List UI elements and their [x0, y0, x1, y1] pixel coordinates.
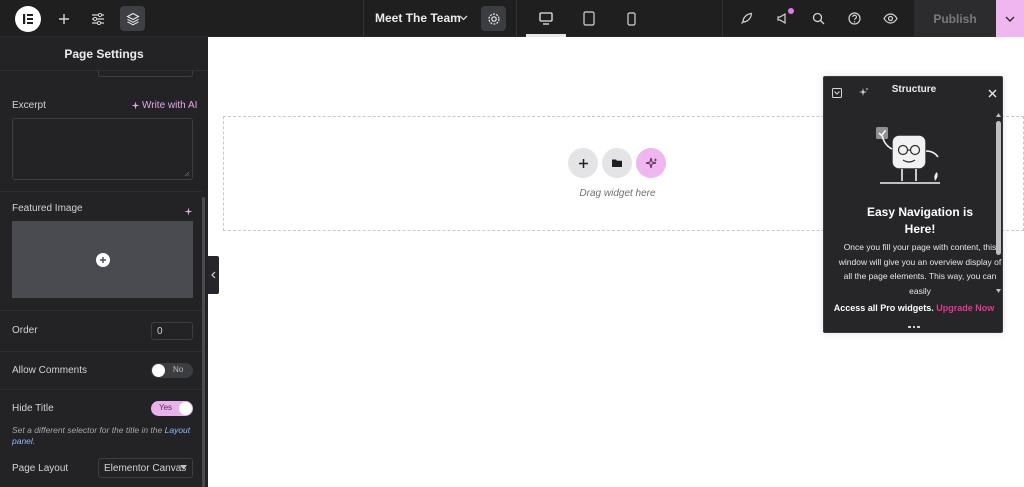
page-layout-value: Elementor Canvas [104, 463, 187, 474]
page-settings-panel: Page Settings Excerpt Write with AI Feat… [0, 37, 208, 487]
structure-heading: Easy Navigation is Here! [838, 204, 1002, 238]
structure-panel: Structure Easy Navigation is Here! Once y… [823, 76, 1003, 333]
help-icon[interactable] [845, 0, 863, 37]
structure-header: Structure [824, 77, 1002, 103]
page-layout-label: Page Layout [12, 463, 69, 474]
toggle-state-text: No [173, 365, 184, 374]
scroll-up-icon [996, 113, 1001, 117]
rocket-icon[interactable] [737, 0, 755, 37]
search-icon[interactable] [809, 0, 827, 37]
tablet-icon[interactable] [580, 0, 598, 37]
chevron-down-icon[interactable] [458, 10, 469, 28]
divider [0, 191, 202, 192]
structure-layers-icon[interactable] [120, 6, 145, 31]
toggle-state-text: Yes [159, 403, 173, 412]
ai-sparkle-icon [645, 157, 657, 168]
navigation-illustration [872, 121, 948, 194]
heading-line-1: Easy Navigation is [866, 205, 974, 219]
add-section-button[interactable] [568, 148, 598, 178]
excerpt-label: Excerpt [12, 100, 46, 111]
hint-end: . [32, 436, 36, 446]
toggle-knob [179, 402, 192, 415]
publish-button[interactable]: Publish [914, 0, 996, 37]
add-image-icon[interactable] [95, 252, 110, 267]
pro-promo: Access all Pro widgets. Upgrade Now [824, 303, 1002, 313]
upgrade-now-link[interactable]: Upgrade Now [936, 303, 994, 313]
featured-image-label: Featured Image [12, 203, 83, 214]
divider [0, 389, 202, 390]
resize-grip-icon[interactable] [908, 326, 921, 329]
structure-title: Structure [891, 84, 937, 95]
layout-link[interactable]: Layout [165, 425, 191, 435]
allow-comments-label: Allow Comments [12, 365, 88, 376]
document-title[interactable]: Meet The Team [375, 11, 461, 25]
notification-dot [788, 8, 794, 14]
elementor-logo-icon[interactable] [15, 6, 41, 32]
page-settings-gear-icon[interactable] [481, 6, 506, 31]
mobile-icon[interactable] [622, 0, 640, 37]
hide-title-toggle[interactable]: Yes [151, 401, 193, 416]
plus-icon [578, 158, 588, 168]
publish-options-chevron-icon[interactable] [996, 0, 1024, 37]
folder-icon [612, 159, 622, 167]
write-with-ai-label: Write with AI [142, 100, 198, 111]
structure-scrollbar[interactable] [995, 113, 1002, 295]
active-device-indicator [526, 34, 566, 37]
chevron-left-icon [211, 271, 216, 279]
order-input[interactable]: 0 [151, 322, 193, 340]
partial-input-field[interactable] [98, 71, 193, 77]
announcements-icon[interactable] [773, 0, 793, 37]
ai-generate-button[interactable] [636, 148, 666, 178]
drag-widget-hint: Drag widget here [579, 188, 656, 199]
scroll-down-icon [996, 289, 1001, 293]
structure-description: Once you fill your page with content, th… [838, 242, 1002, 296]
panel-scrollbar[interactable] [202, 197, 205, 487]
ai-sparkle-icon[interactable] [184, 203, 193, 221]
featured-image-picker[interactable] [12, 221, 193, 298]
excerpt-textarea[interactable] [12, 118, 193, 180]
desktop-icon[interactable] [536, 0, 556, 37]
hide-title-hint: Set a different selector for the title i… [12, 425, 197, 447]
divider [516, 0, 517, 37]
divider [722, 0, 723, 37]
promo-text: Access all Pro widgets. [833, 303, 934, 313]
panel-title: Page Settings [0, 37, 208, 71]
heading-line-2: Here! [904, 222, 936, 236]
ai-sparkle-icon [131, 101, 140, 110]
panel-link[interactable]: panel [12, 436, 33, 446]
divider [0, 310, 202, 311]
order-label: Order [12, 325, 38, 336]
scrollbar-thumb[interactable] [996, 121, 1001, 255]
add-template-button[interactable] [602, 148, 632, 178]
divider [0, 351, 202, 352]
preview-eye-icon[interactable] [880, 0, 900, 37]
hint-text: Set a different selector for the title i… [12, 425, 165, 435]
hide-title-label: Hide Title [12, 403, 54, 414]
collapse-panel-button[interactable] [208, 256, 219, 294]
allow-comments-toggle[interactable]: No [151, 363, 193, 378]
add-element-icon[interactable] [54, 0, 74, 37]
top-bar: Meet The Team Publish [0, 0, 1024, 37]
toggle-knob [152, 364, 165, 377]
resize-handle-icon [184, 171, 190, 177]
caret-down-icon [180, 465, 187, 470]
page-layout-select[interactable]: Elementor Canvas [98, 458, 193, 478]
divider [363, 0, 364, 37]
close-icon[interactable] [988, 85, 997, 103]
write-with-ai-button[interactable]: Write with AI [131, 100, 197, 111]
site-settings-icon[interactable] [87, 0, 109, 37]
